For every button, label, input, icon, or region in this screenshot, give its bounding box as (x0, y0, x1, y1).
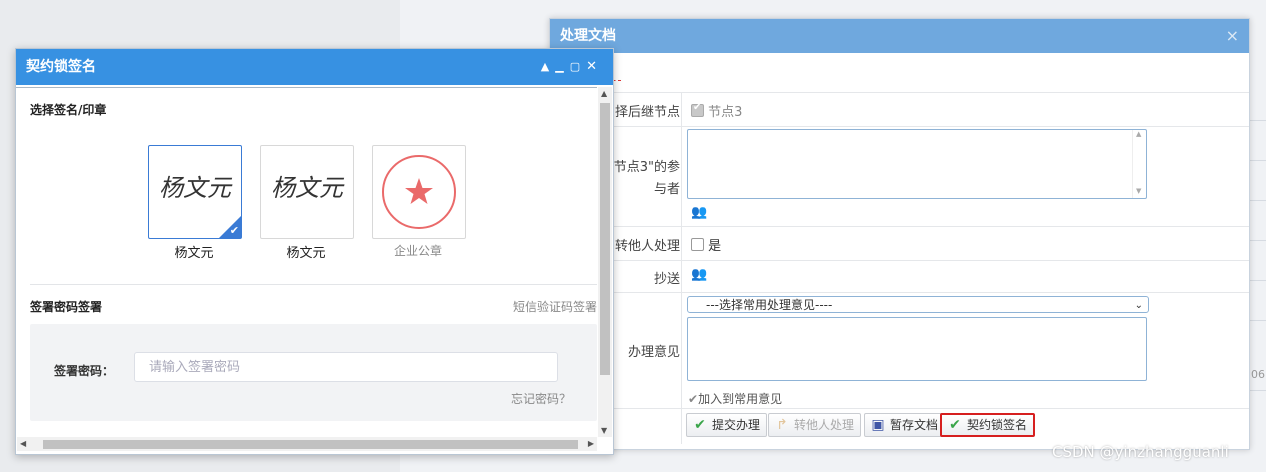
signature-card-2[interactable]: 杨文元 (260, 145, 354, 239)
signature-card-1-name: 杨文元 (174, 246, 214, 261)
background-partial-text: 06 (1251, 368, 1265, 381)
signature-text: 杨文元 (159, 174, 233, 202)
transfer-button[interactable]: ↱ 转他人处理 (768, 413, 862, 437)
sms-code-sign-link[interactable]: 短信验证码签署 (513, 298, 597, 315)
chevron-down-icon: ⌄ (1134, 300, 1143, 311)
check-icon: ✔ (229, 224, 239, 237)
check-icon: ✔ (949, 417, 961, 433)
signature-text: 杨文元 (271, 174, 345, 202)
opinion-textarea[interactable] (687, 317, 1147, 381)
transfer-option[interactable]: 是 (691, 235, 721, 254)
vertical-scrollbar[interactable]: ▲ ▼ (598, 87, 612, 437)
handwritten-signature-image: 杨文元 (271, 174, 345, 202)
next-node-row: 择后继节点 节点3 (550, 92, 1249, 127)
window-controls: ▲▁▢✕ (541, 49, 603, 85)
sig-dialog-header: 契约锁签名 ▲▁▢✕ (16, 49, 613, 85)
next-node-checkbox[interactable] (691, 102, 704, 117)
add-common-opinion-link[interactable]: ✔加入到常用意见 (688, 390, 782, 407)
password-label: 签署密码： (54, 364, 115, 378)
horizontal-scrollbar[interactable]: ◀ ▶ (17, 437, 597, 451)
cc-row: 抄送 👥 (550, 260, 1249, 293)
scroll-left-icon[interactable]: ◀ (20, 439, 26, 448)
minimize-icon[interactable]: ▁ (555, 60, 569, 73)
contract-lock-signature-dialog: 契约锁签名 ▲▁▢✕ 选择签名/印章 杨文元 ✔ 杨文元 杨文元 杨文元 企业公… (15, 48, 614, 455)
opinion-row: 办理意见 ---选择常用处理意见---- ⌄ ✔加入到常用意见 (550, 292, 1249, 409)
select-people-icon[interactable]: 👥 (691, 206, 707, 220)
scroll-up-icon[interactable]: ▲ (601, 89, 607, 98)
company-seal-image (382, 155, 456, 229)
scroll-right-icon[interactable]: ▶ (588, 439, 594, 448)
forgot-password-link[interactable]: 忘记密码？ (511, 390, 571, 407)
vertical-scroll-thumb[interactable] (600, 103, 610, 375)
forward-arrow-icon: ↱ (776, 417, 788, 433)
close-icon[interactable]: ✕ (586, 59, 603, 74)
check-icon: ✔ (694, 417, 706, 433)
watermark: CSDN @yinzhangguanli (1052, 443, 1229, 461)
cc-people-icon[interactable]: 👥 (691, 268, 707, 282)
password-input[interactable] (134, 352, 558, 382)
horizontal-scroll-thumb[interactable] (43, 440, 578, 449)
maximize-icon[interactable]: ▢ (570, 60, 586, 73)
check-icon: ✔ (688, 392, 699, 406)
signature-card-2-name: 杨文元 (286, 246, 326, 261)
section-divider (30, 284, 597, 285)
participants-textarea[interactable]: ▲ ▼ (687, 129, 1147, 199)
close-icon[interactable]: × (1226, 19, 1239, 53)
contract-lock-sign-button[interactable]: ✔ 契约锁签名 (940, 413, 1036, 437)
action-buttons-row: ✔ 提交办理 ↱ 转他人处理 ▣ 暂存文档 ✔ 契约锁签名 (550, 408, 1249, 444)
sig-dialog-title: 契约锁签名 (26, 59, 96, 75)
floppy-disk-icon: ▣ (871, 417, 885, 433)
signature-card-1[interactable]: 杨文元 ✔ (148, 145, 242, 239)
process-document-dialog: 处理文档 × 择后继节点 节点3 节点3"的参 与者 ▲▼ (549, 18, 1250, 450)
seal-card[interactable] (372, 145, 466, 239)
scroll-down-icon[interactable]: ▼ (601, 426, 607, 435)
doc-dialog-title: 处理文档 (560, 28, 616, 44)
password-sign-title: 签署密码签署 (30, 300, 103, 314)
background-table-edge: 06 (1248, 120, 1266, 391)
submit-button[interactable]: ✔ 提交办理 (686, 413, 768, 437)
collapse-icon[interactable]: ▲ (541, 60, 555, 73)
transfer-row: 转他人处理 是 (550, 226, 1249, 261)
select-signature-title: 选择签名/印章 (30, 103, 107, 117)
opinion-select[interactable]: ---选择常用处理意见---- ⌄ (687, 296, 1149, 313)
password-panel: 签署密码： 忘记密码？ (30, 324, 597, 421)
doc-dialog-header: 处理文档 × (550, 19, 1249, 53)
transfer-checkbox[interactable] (691, 238, 704, 251)
seal-card-name: 企业公章 (393, 244, 442, 258)
doc-top-row (550, 54, 1249, 93)
next-node-option[interactable]: 节点3 (691, 101, 742, 120)
participants-row: 节点3"的参 与者 ▲ ▼ 👥 (550, 126, 1249, 227)
save-draft-button[interactable]: ▣ 暂存文档 (864, 413, 946, 437)
